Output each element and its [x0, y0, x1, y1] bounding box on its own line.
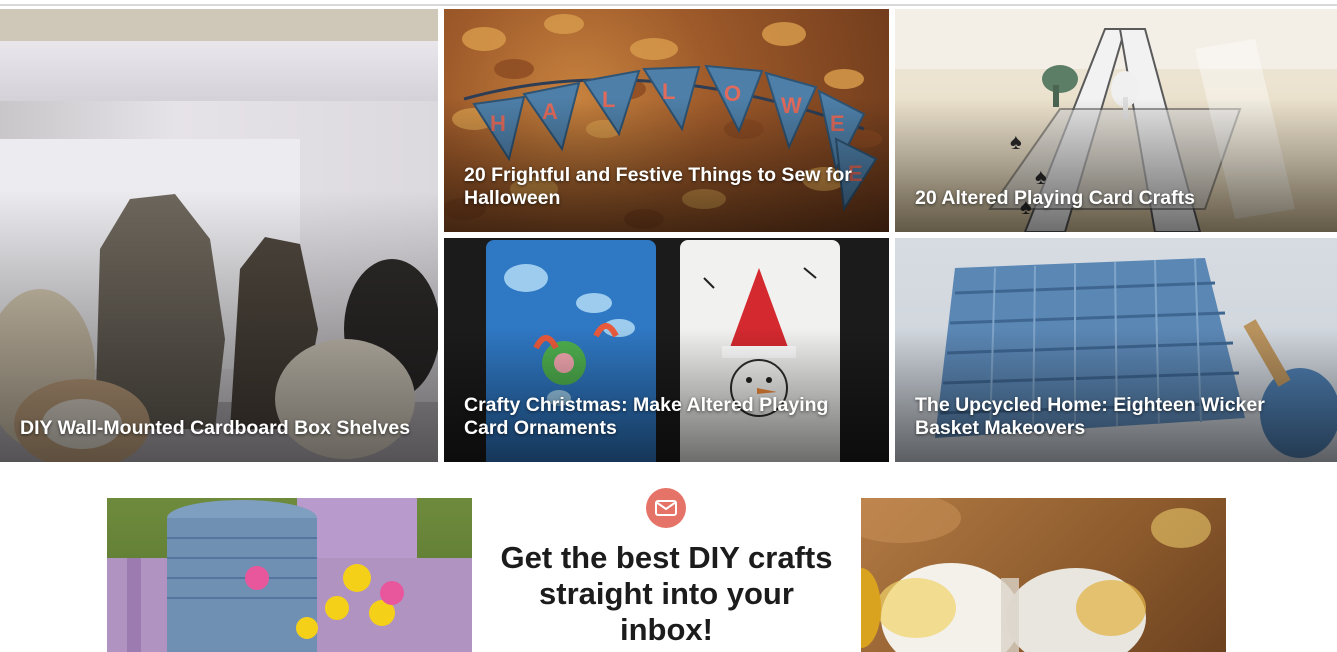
card-title[interactable]: DIY Wall-Mounted Cardboard Box Shelves [20, 417, 420, 440]
promo-image-basket-flowers[interactable] [107, 498, 472, 652]
newsletter-badge [646, 488, 686, 528]
article-card-cardboard-shelves[interactable]: DIY Wall-Mounted Cardboard Box Shelves [0, 9, 438, 462]
card-title[interactable]: 20 Altered Playing Card Crafts [915, 187, 1319, 210]
flower-basket-illustration [107, 498, 472, 652]
article-card-halloween-sewing[interactable]: H A L L O W E E 20 Frightful and Festive… [444, 9, 889, 232]
envelope-icon [655, 500, 677, 516]
card-title[interactable]: Crafty Christmas: Make Altered Playing C… [464, 394, 871, 440]
card-shade [895, 98, 1337, 232]
article-card-christmas-ornaments[interactable]: Crafty Christmas: Make Altered Playing C… [444, 238, 889, 462]
top-divider [0, 4, 1337, 6]
card-title[interactable]: The Upcycled Home: Eighteen Wicker Baske… [915, 394, 1319, 440]
newsletter-headline: Get the best DIY crafts straight into yo… [500, 540, 833, 647]
card-title[interactable]: 20 Frightful and Festive Things to Sew f… [464, 164, 871, 210]
promo-image-dyed-fabric[interactable] [861, 498, 1226, 652]
article-card-playing-card-crafts[interactable]: ♠ ♠ ♠ 20 Altered Playing Card Crafts [895, 9, 1337, 232]
fabric-dye-illustration [861, 498, 1211, 652]
article-card-wicker-basket[interactable]: The Upcycled Home: Eighteen Wicker Baske… [895, 238, 1337, 462]
